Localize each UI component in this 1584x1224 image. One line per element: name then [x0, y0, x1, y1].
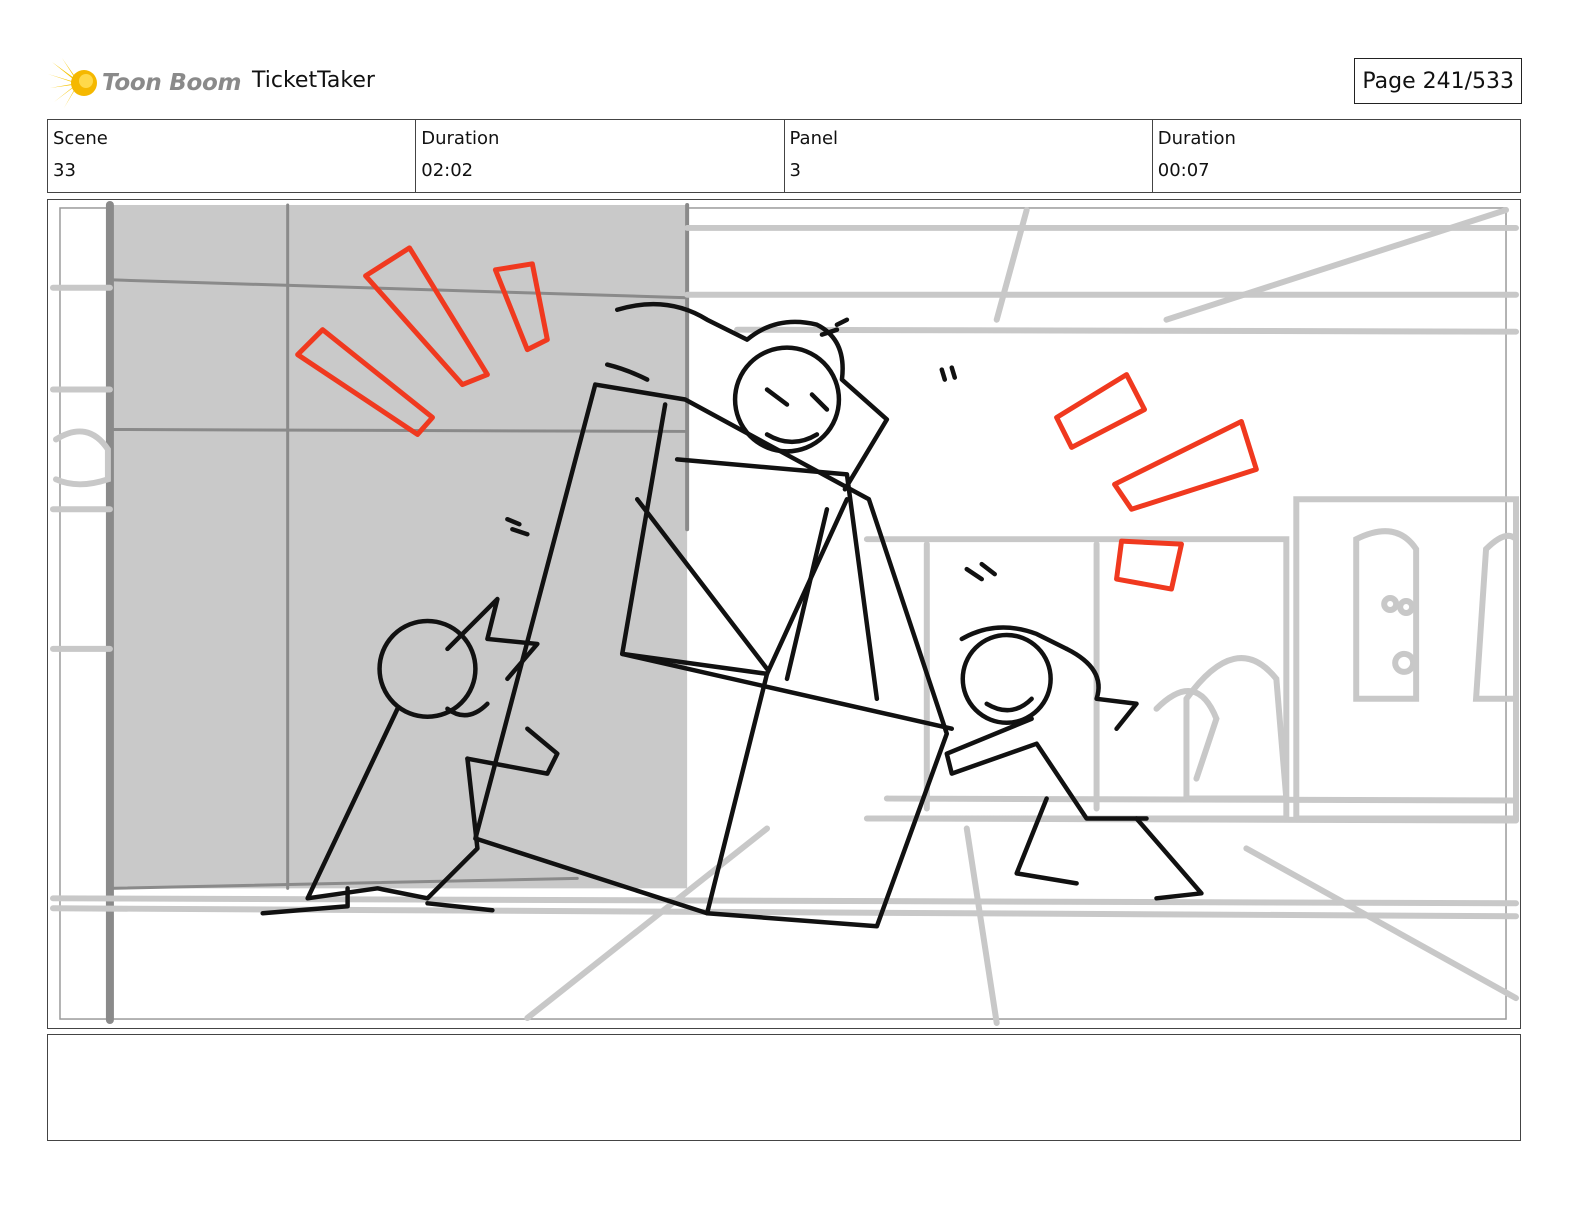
scene-value: 33 [53, 160, 76, 181]
action-mark-4 [1054, 372, 1148, 450]
scene-label: Scene [53, 128, 108, 149]
background-sketch [49, 200, 1520, 1027]
scene-cell: Scene 33 [48, 120, 415, 192]
panel-duration-value: 00:07 [1157, 160, 1210, 181]
page-header: Toon Boom TicketTaker Page 241/533 [48, 52, 1522, 112]
toon-boom-logo: Toon Boom [48, 56, 241, 110]
panel-duration-label: Duration [1157, 128, 1236, 149]
panel-label: Panel [789, 128, 839, 149]
scene-duration-label: Duration [421, 128, 500, 149]
panel-value: 3 [789, 160, 801, 181]
action-mark-5 [1112, 418, 1259, 512]
logo-text: Toon Boom [102, 70, 242, 96]
scene-duration-cell: Duration 02:02 [415, 120, 783, 192]
grey-wall [109, 204, 688, 889]
page-number: Page 241/533 [1354, 58, 1522, 104]
action-mark-6 [1114, 538, 1184, 592]
panel-notes [47, 1034, 1521, 1141]
panel-sketch [49, 200, 1520, 1027]
storyboard-panel [47, 199, 1521, 1029]
scene-info-table: Scene 33 Duration 02:02 Panel 3 Duration… [47, 119, 1521, 193]
project-title: TicketTaker [252, 68, 375, 93]
panel-cell: Panel 3 [783, 120, 1152, 192]
starburst-logo-icon [48, 58, 97, 108]
scene-duration-value: 02:02 [421, 160, 474, 181]
panel-duration-cell: Duration 00:07 [1151, 120, 1520, 192]
top-character-head [732, 345, 842, 454]
